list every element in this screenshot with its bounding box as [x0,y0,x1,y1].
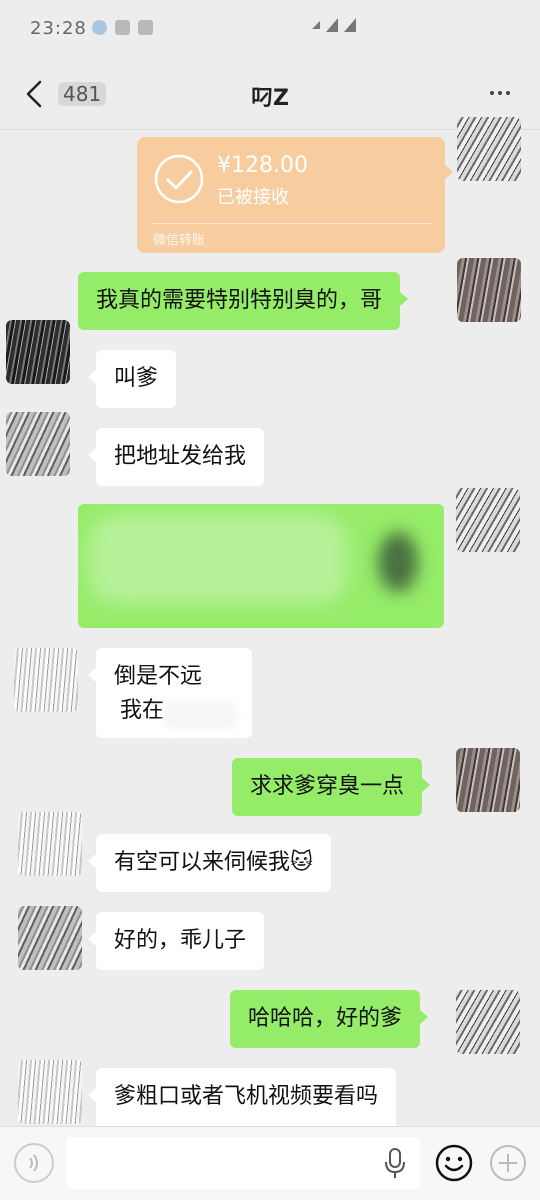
message-incoming[interactable]: 把地址发给我 [87,428,265,486]
redaction-blur [378,532,418,592]
voice-toggle-button[interactable] [14,1143,54,1183]
contact-avatar[interactable] [18,906,82,970]
my-avatar[interactable] [456,488,520,552]
contact-avatar[interactable] [14,648,78,712]
message-text: 把地址发给我 [114,444,247,469]
message-text: 我真的需要特别特别臭的，哥 [96,288,383,313]
my-avatar[interactable] [457,258,521,322]
input-bar [0,1126,540,1200]
redaction-blur [164,700,238,730]
my-avatar[interactable] [456,990,520,1054]
app-icon [115,20,130,35]
contact-avatar[interactable] [18,812,82,876]
message-text: 哈哈哈，好的爹 [248,1006,403,1031]
message-input[interactable] [66,1137,420,1189]
message-text: 爹粗口或者飞机视频要看吗 [114,1084,379,1109]
back-button[interactable] [18,76,54,112]
transfer-amount: ¥128.00 [217,153,308,178]
contact-avatar[interactable] [6,320,70,384]
transfer-label: 微信转账 [153,233,206,248]
message-outgoing[interactable]: 我真的需要特别特别臭的，哥 [78,272,409,330]
microphone-icon[interactable] [380,1145,410,1181]
unread-count-badge: 481 [58,82,107,106]
emoji-button[interactable] [434,1143,474,1183]
message-text-part: 我在 [120,698,165,723]
status-right-icons [312,18,356,32]
status-bar: 23:28 [0,0,540,52]
transfer-status: 已被接收 [217,187,289,208]
message-incoming[interactable]: 叫爹 [87,350,177,408]
message-outgoing[interactable]: 哈哈哈，好的爹 [230,990,429,1048]
dot-icon [506,91,510,95]
notification-icon [92,20,107,35]
dot-icon [490,91,494,95]
message-text: 有空可以来伺候我🐱 [114,850,313,875]
transfer-card[interactable]: ¥128.00 已被接收 微信转账 [137,137,453,253]
contact-avatar[interactable] [18,1060,82,1124]
redaction-blur [88,514,348,604]
alarm-icon [312,21,320,29]
message-outgoing-redacted[interactable] [78,504,444,628]
message-incoming[interactable]: 爹粗口或者飞机视频要看吗 [87,1068,397,1128]
check-circle-icon [154,154,204,204]
message-text: 求求爹穿臭一点 [250,774,405,799]
more-actions-button[interactable] [488,1143,528,1183]
contact-avatar[interactable] [6,412,70,476]
message-text: 好的，乖儿子 [114,928,247,953]
transfer-divider [151,223,431,224]
chat-title: 叼Z [251,86,289,111]
my-avatar[interactable] [456,748,520,812]
signal-icon [326,18,338,32]
message-text: 叫爹 [114,366,159,391]
status-icons [92,20,153,35]
status-time: 23:28 [30,18,87,39]
voice-wave-icon [29,1154,38,1172]
more-options-button[interactable] [480,78,520,108]
message-incoming[interactable]: 有空可以来伺候我🐱 [88,834,331,892]
message-incoming[interactable]: 好的，乖儿子 [87,912,265,970]
chevron-left-icon [26,80,42,108]
gallery-icon [138,20,153,35]
message-text: 倒是不远 [114,664,203,689]
message-outgoing[interactable]: 求求爹穿臭一点 [232,758,431,816]
dot-icon [498,91,502,95]
my-avatar[interactable] [457,117,521,181]
wifi-icon [344,18,356,32]
